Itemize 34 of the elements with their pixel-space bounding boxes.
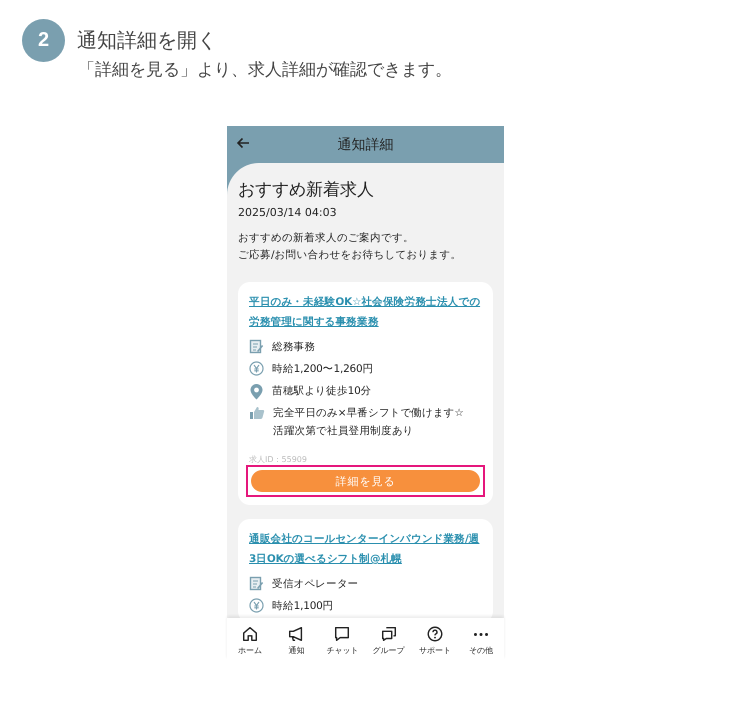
nav-tab[interactable]: サポート	[412, 618, 458, 660]
back-arrow-icon[interactable]	[236, 137, 250, 149]
job-detail-text: 総務事務	[272, 340, 316, 355]
yen-icon	[249, 361, 264, 376]
nav-tab[interactable]: グループ	[366, 618, 412, 660]
job-detail-text: 時給1,200〜1,260円	[272, 362, 374, 377]
step-description: 「詳細を見る」より、求人詳細が確認できます。	[78, 59, 453, 81]
memo-icon	[250, 340, 264, 354]
location-pin-icon	[250, 384, 262, 400]
notice-title: おすすめ新着求人	[238, 179, 375, 202]
thumbs-up-icon	[250, 407, 264, 419]
step-number: 2	[22, 19, 65, 62]
job-detail-text: 時給1,100円	[272, 599, 334, 614]
notice-message: おすすめの新着求人のご案内です。 ご応募/お問い合わせをお待ちしております。	[238, 231, 463, 263]
step-title: 通知詳細を開く	[77, 27, 217, 54]
job-detail-text: 受信オペレーター	[272, 577, 358, 592]
home-icon	[241, 625, 260, 643]
memo-icon	[250, 576, 264, 590]
nav-tab[interactable]: ホーム	[227, 618, 274, 660]
yen-icon	[249, 598, 264, 613]
job-title-link[interactable]: 平日のみ・未経験OK☆社会保険労務士法人での労務管理に関する事務業務	[249, 292, 482, 332]
job-id: 求人ID：55909	[249, 454, 308, 465]
nav-tab[interactable]: 通知	[273, 618, 320, 660]
chat-bubble-icon	[333, 625, 352, 643]
notice-date: 2025/03/14 04:03	[238, 206, 338, 219]
job-detail-text: 苗穂駅より徒歩10分	[272, 384, 372, 399]
chat-bubbles-icon	[380, 625, 398, 643]
help-icon	[426, 625, 444, 643]
nav-tab[interactable]: その他	[458, 618, 504, 660]
screen-title: 通知詳細	[338, 136, 394, 154]
nav-tab[interactable]: チャット	[319, 618, 366, 660]
more-icon	[474, 632, 488, 636]
job-detail-text: 完全平日のみ×早番シフトで働けます☆ 活躍次第で社員登用制度あり	[273, 406, 464, 439]
job-title-link[interactable]: 通販会社のコールセンターインバウンド業務/週3日OKの選べるシフト制@札幌	[249, 529, 482, 569]
